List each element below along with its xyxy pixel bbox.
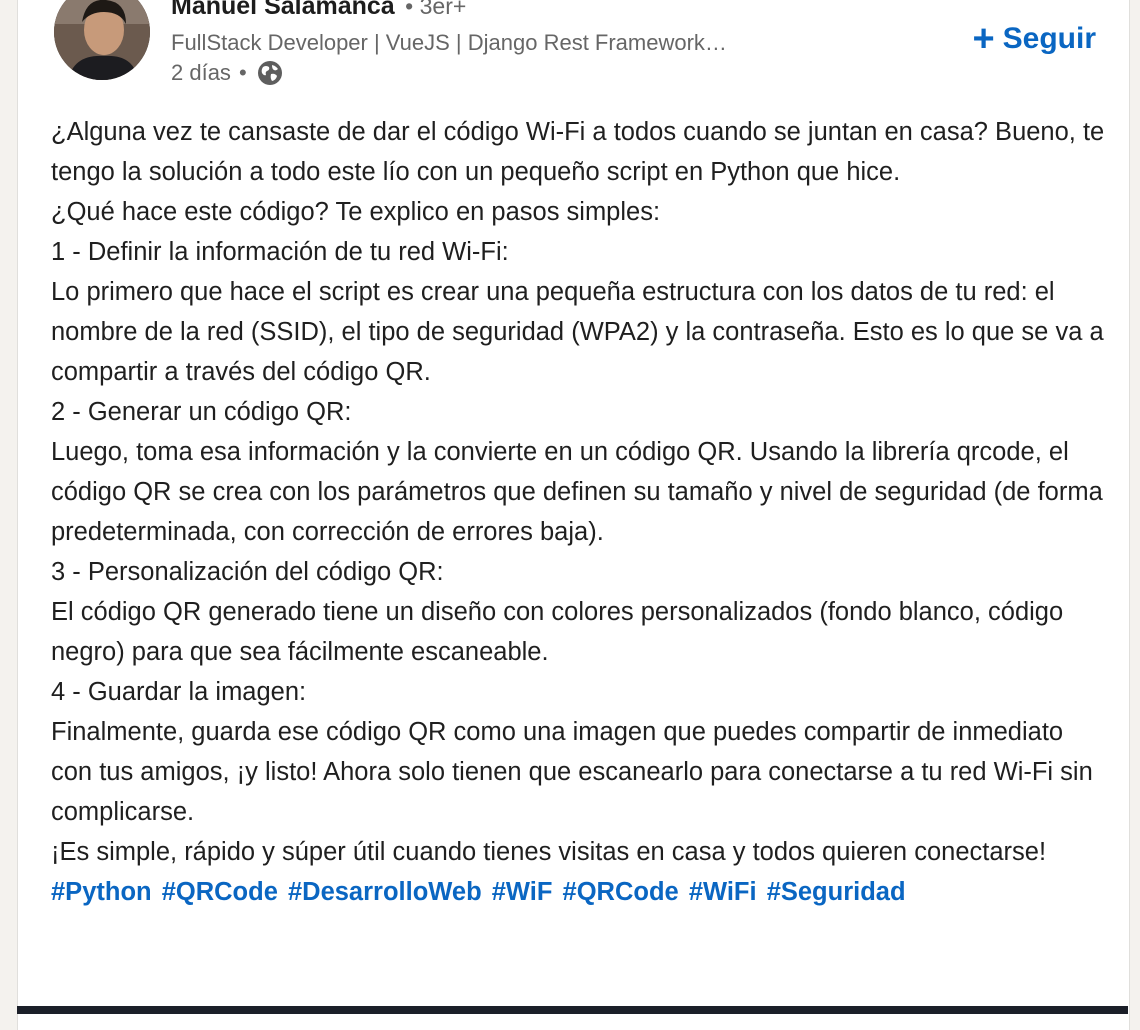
hashtag-link[interactable]: #QRCode [162,878,278,906]
post-media-preview[interactable] [17,1006,1128,1014]
hashtag-link[interactable]: #Python [51,878,152,906]
globe-icon [257,60,283,86]
post-paragraph: ¡Es simple, rápido y súper útil cuando t… [51,838,1047,866]
follow-label: Seguir [1002,22,1096,55]
author-headline: FullStack Developer | VueJS | Django Res… [171,30,727,55]
post-text: ¿Alguna vez te cansaste de dar el código… [51,112,1111,912]
post-paragraph: 4 - Guardar la imagen: [51,678,307,706]
post-paragraph: Lo primero que hace el script es crear u… [51,278,1104,386]
follow-button[interactable]: + Seguir [972,20,1096,58]
hashtag-list: #Python #QRCode #DesarrolloWeb #WiF #QRC… [51,872,1111,912]
connection-degree: • 3er+ [405,0,467,19]
post-time: 2 días [171,60,231,85]
author-name-row: Manuel Salamanca • 3er+ [171,0,466,21]
post-paragraph: 2 - Generar un código QR: [51,398,352,426]
post-paragraph: El código QR generado tiene un diseño co… [51,598,1064,666]
hashtag-link[interactable]: #WiFi [689,878,757,906]
post-paragraph: Luego, toma esa información y la convier… [51,438,1103,546]
post-paragraph: ¿Qué hace este código? Te explico en pas… [51,198,661,226]
post-paragraph: 1 - Definir la información de tu red Wi-… [51,238,509,266]
hashtag-link[interactable]: #DesarrolloWeb [288,878,482,906]
hashtag-link[interactable]: #WiF [492,878,553,906]
meta-separator: • [238,60,247,85]
post-paragraph: ¿Alguna vez te cansaste de dar el código… [51,118,1105,186]
hashtag-link[interactable]: #QRCode [563,878,679,906]
post-paragraph: 3 - Personalización del código QR: [51,558,444,586]
post-meta: 2 días • [171,60,283,86]
author-name[interactable]: Manuel Salamanca [171,0,395,20]
hashtag-link[interactable]: #Seguridad [767,878,906,906]
plus-icon: + [972,18,995,60]
post-paragraph: Finalmente, guarda ese código QR como un… [51,718,1093,826]
